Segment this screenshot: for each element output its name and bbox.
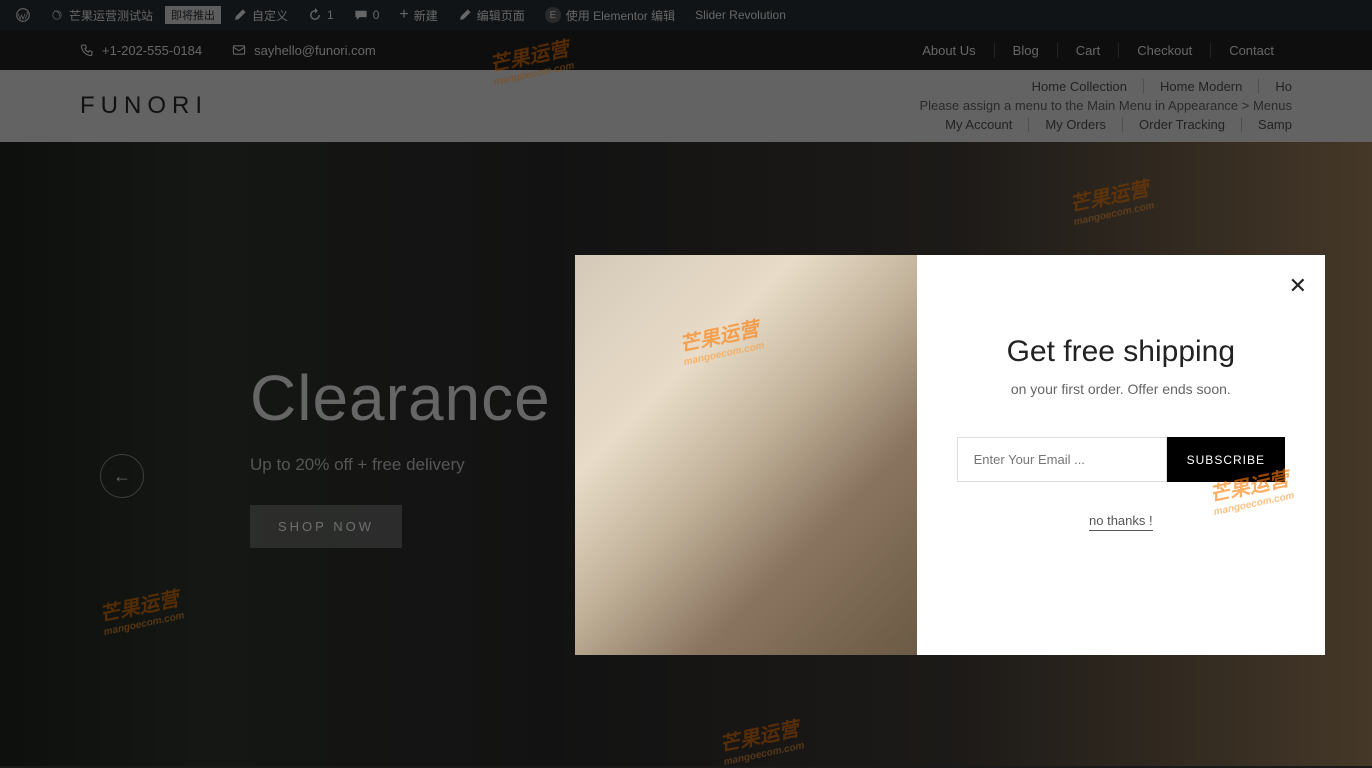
no-thanks-link[interactable]: no thanks ! bbox=[1089, 513, 1153, 531]
modal-title: Get free shipping bbox=[957, 335, 1285, 369]
close-icon[interactable]: ✕ bbox=[1289, 273, 1307, 299]
newsletter-modal: ✕ Get free shipping on your first order.… bbox=[575, 255, 1325, 655]
modal-image bbox=[575, 255, 917, 655]
subscribe-button[interactable]: SUBSCRIBE bbox=[1167, 437, 1285, 482]
modal-subtitle: on your first order. Offer ends soon. bbox=[957, 381, 1285, 397]
email-input[interactable] bbox=[957, 437, 1167, 482]
